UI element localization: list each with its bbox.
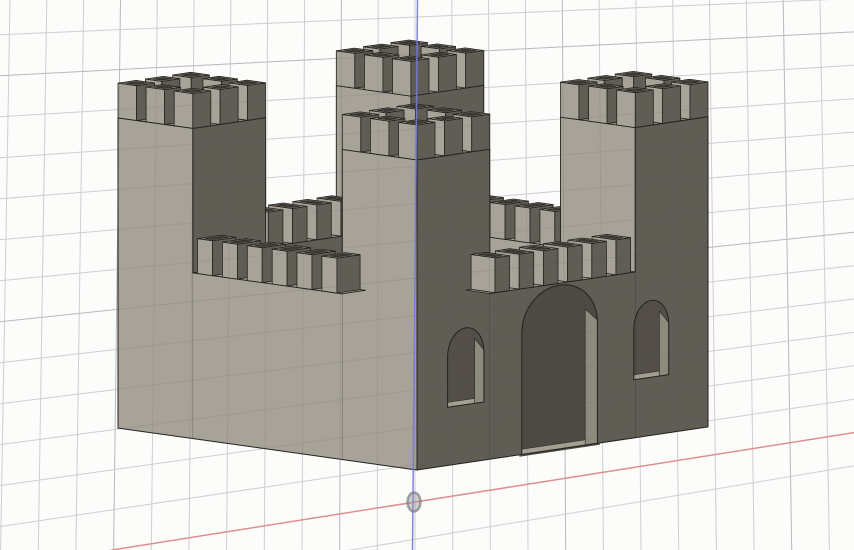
cad-viewport[interactable] — [0, 0, 854, 550]
origin-marker[interactable] — [406, 491, 422, 513]
viewport-canvas[interactable] — [0, 0, 854, 550]
